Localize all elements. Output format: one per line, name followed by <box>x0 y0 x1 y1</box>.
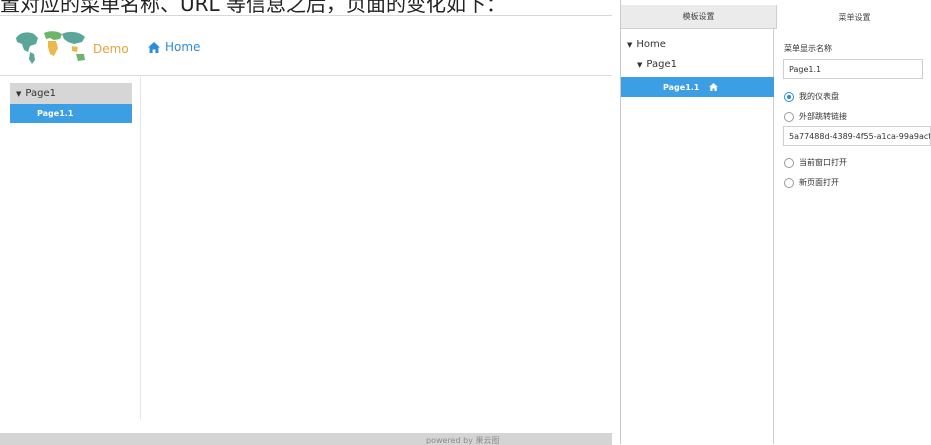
preview-header: Demo Home <box>0 16 612 76</box>
brand-name: Demo <box>93 42 129 56</box>
tab-menu-settings[interactable]: 菜单设置 <box>776 5 931 29</box>
radio-label: 外部跳转链接 <box>799 112 847 121</box>
sidebar-item-page1-1[interactable]: Page1.1 <box>10 104 132 123</box>
menu-settings-form: 菜单显示名称 Page1.1 我的仪表盘 外部跳转链接 5a77488d-438… <box>775 29 931 444</box>
radio-open-new-page[interactable]: 新页面打开 <box>784 177 839 188</box>
radio-my-dashboard[interactable]: 我的仪表盘 <box>784 91 839 102</box>
settings-panel: 模板设置 菜单设置 ▼ Home ▼ Page1 Page1.1 菜单显示名称 … <box>620 0 931 444</box>
home-icon <box>148 41 160 53</box>
radio-label: 新页面打开 <box>799 178 839 187</box>
preview-footer: powered by 果云图 <box>0 433 612 445</box>
tree-node-label: Home <box>636 39 666 50</box>
radio-unchecked-icon <box>784 111 794 122</box>
document-caption: 置对应的菜单名称、URL 等信息之后，页面的变化如下： <box>0 0 507 15</box>
menu-name-input[interactable]: Page1.1 <box>783 59 923 79</box>
tree-node-label: Page1 <box>646 59 677 70</box>
settings-tabs: 模板设置 菜单设置 <box>621 5 931 29</box>
radio-open-current-window[interactable]: 当前窗口打开 <box>784 157 847 168</box>
tree-node-page1[interactable]: ▼ Page1 <box>637 59 677 70</box>
radio-label: 我的仪表盘 <box>799 92 839 101</box>
sidebar-group-page1[interactable]: ▼ Page1 <box>10 83 132 104</box>
home-nav-link[interactable]: Home <box>148 40 200 54</box>
radio-unchecked-icon <box>784 177 794 188</box>
radio-label: 当前窗口打开 <box>799 158 847 167</box>
caret-down-icon: ▼ <box>627 40 633 49</box>
url-input[interactable]: 5a77488d-4389-4f55-a1ca-99a9acfb3 <box>783 126 931 146</box>
menu-name-label: 菜单显示名称 <box>784 44 832 53</box>
home-icon <box>709 83 719 91</box>
tree-node-label: Page1.1 <box>663 82 700 92</box>
world-map-logo <box>16 31 85 64</box>
preview-sidebar: ▼ Page1 Page1.1 <box>0 77 141 419</box>
caret-down-icon: ▼ <box>637 60 643 69</box>
tree-node-page1-1[interactable]: Page1.1 <box>621 77 774 97</box>
dashboard-preview: Demo Home ▼ Page1 Page1.1 powered by 果云图 <box>0 15 612 445</box>
caret-down-icon: ▼ <box>16 89 22 98</box>
menu-tree: ▼ Home ▼ Page1 Page1.1 <box>621 29 774 444</box>
radio-unchecked-icon <box>784 157 794 168</box>
tab-template-settings[interactable]: 模板设置 <box>621 5 776 29</box>
radio-external-link[interactable]: 外部跳转链接 <box>784 111 847 122</box>
sidebar-item-label: Page1.1 <box>37 109 74 118</box>
sidebar-group-label: Page1 <box>25 88 56 99</box>
home-link-label: Home <box>165 40 201 54</box>
tree-node-home[interactable]: ▼ Home <box>627 39 666 50</box>
radio-checked-icon <box>784 91 794 102</box>
